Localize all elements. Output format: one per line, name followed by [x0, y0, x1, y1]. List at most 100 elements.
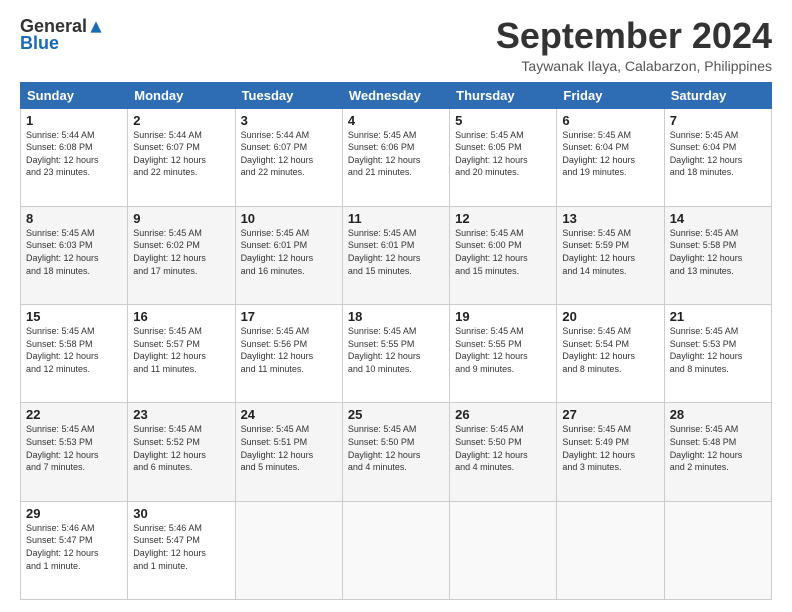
day-info: Sunrise: 5:45 AM Sunset: 6:06 PM Dayligh… — [348, 129, 444, 179]
title-block: September 2024 Taywanak Ilaya, Calabarzo… — [496, 16, 772, 74]
day-number: 21 — [670, 309, 766, 324]
table-row: 16Sunrise: 5:45 AM Sunset: 5:57 PM Dayli… — [128, 305, 235, 403]
table-row: 11Sunrise: 5:45 AM Sunset: 6:01 PM Dayli… — [342, 206, 449, 304]
table-row: 9Sunrise: 5:45 AM Sunset: 6:02 PM Daylig… — [128, 206, 235, 304]
day-number: 19 — [455, 309, 551, 324]
month-title: September 2024 — [496, 16, 772, 56]
table-row: 30Sunrise: 5:46 AM Sunset: 5:47 PM Dayli… — [128, 501, 235, 599]
table-row: 6Sunrise: 5:45 AM Sunset: 6:04 PM Daylig… — [557, 108, 664, 206]
day-info: Sunrise: 5:45 AM Sunset: 5:58 PM Dayligh… — [670, 227, 766, 277]
day-info: Sunrise: 5:45 AM Sunset: 6:01 PM Dayligh… — [241, 227, 337, 277]
table-row: 12Sunrise: 5:45 AM Sunset: 6:00 PM Dayli… — [450, 206, 557, 304]
day-info: Sunrise: 5:45 AM Sunset: 5:52 PM Dayligh… — [133, 423, 229, 473]
table-row: 21Sunrise: 5:45 AM Sunset: 5:53 PM Dayli… — [664, 305, 771, 403]
day-info: Sunrise: 5:45 AM Sunset: 6:04 PM Dayligh… — [670, 129, 766, 179]
day-number: 6 — [562, 113, 658, 128]
table-row: 20Sunrise: 5:45 AM Sunset: 5:54 PM Dayli… — [557, 305, 664, 403]
col-sunday: Sunday — [21, 82, 128, 108]
day-number: 12 — [455, 211, 551, 226]
day-number: 29 — [26, 506, 122, 521]
day-info: Sunrise: 5:45 AM Sunset: 5:51 PM Dayligh… — [241, 423, 337, 473]
day-number: 4 — [348, 113, 444, 128]
day-info: Sunrise: 5:45 AM Sunset: 5:58 PM Dayligh… — [26, 325, 122, 375]
day-number: 30 — [133, 506, 229, 521]
table-row: 28Sunrise: 5:45 AM Sunset: 5:48 PM Dayli… — [664, 403, 771, 501]
col-friday: Friday — [557, 82, 664, 108]
table-row: 7Sunrise: 5:45 AM Sunset: 6:04 PM Daylig… — [664, 108, 771, 206]
day-info: Sunrise: 5:45 AM Sunset: 6:02 PM Dayligh… — [133, 227, 229, 277]
day-info: Sunrise: 5:45 AM Sunset: 5:50 PM Dayligh… — [455, 423, 551, 473]
day-number: 28 — [670, 407, 766, 422]
table-row: 8Sunrise: 5:45 AM Sunset: 6:03 PM Daylig… — [21, 206, 128, 304]
day-info: Sunrise: 5:45 AM Sunset: 5:55 PM Dayligh… — [348, 325, 444, 375]
day-info: Sunrise: 5:45 AM Sunset: 5:55 PM Dayligh… — [455, 325, 551, 375]
week-row: 22Sunrise: 5:45 AM Sunset: 5:53 PM Dayli… — [21, 403, 772, 501]
col-thursday: Thursday — [450, 82, 557, 108]
day-number: 8 — [26, 211, 122, 226]
table-row: 13Sunrise: 5:45 AM Sunset: 5:59 PM Dayli… — [557, 206, 664, 304]
table-row: 27Sunrise: 5:45 AM Sunset: 5:49 PM Dayli… — [557, 403, 664, 501]
week-row: 29 Sunrise: 5:46 AM Sunset: 5:47 PM Dayli… — [21, 501, 772, 599]
day-info: Sunrise: 5:45 AM Sunset: 5:59 PM Dayligh… — [562, 227, 658, 277]
day-number: 18 — [348, 309, 444, 324]
day-number: 10 — [241, 211, 337, 226]
table-row — [450, 501, 557, 599]
table-row: 23Sunrise: 5:45 AM Sunset: 5:52 PM Dayli… — [128, 403, 235, 501]
table-row: 24Sunrise: 5:45 AM Sunset: 5:51 PM Dayli… — [235, 403, 342, 501]
week-row: 8Sunrise: 5:45 AM Sunset: 6:03 PM Daylig… — [21, 206, 772, 304]
day-number: 16 — [133, 309, 229, 324]
day-info: Sunrise: 5:44 AM Sunset: 6:07 PM Dayligh… — [241, 129, 337, 179]
table-row: 29Sunrise: 5:46 AM Sunset: 5:47 PM Dayli… — [21, 501, 128, 599]
table-row: 26Sunrise: 5:45 AM Sunset: 5:50 PM Dayli… — [450, 403, 557, 501]
day-info: Sunrise: 5:45 AM Sunset: 5:56 PM Dayligh… — [241, 325, 337, 375]
day-info: Sunrise: 5:45 AM Sunset: 6:01 PM Dayligh… — [348, 227, 444, 277]
logo-blue-text: Blue — [20, 33, 59, 54]
day-number: 27 — [562, 407, 658, 422]
day-number: 15 — [26, 309, 122, 324]
day-info: Sunrise: 5:45 AM Sunset: 5:48 PM Dayligh… — [670, 423, 766, 473]
location: Taywanak Ilaya, Calabarzon, Philippines — [496, 58, 772, 74]
table-row: 2Sunrise: 5:44 AM Sunset: 6:07 PM Daylig… — [128, 108, 235, 206]
day-info: Sunrise: 5:44 AM Sunset: 6:07 PM Dayligh… — [133, 129, 229, 179]
day-number: 13 — [562, 211, 658, 226]
table-row: 25Sunrise: 5:45 AM Sunset: 5:50 PM Dayli… — [342, 403, 449, 501]
day-number: 17 — [241, 309, 337, 324]
day-number: 5 — [455, 113, 551, 128]
day-info: Sunrise: 5:45 AM Sunset: 5:57 PM Dayligh… — [133, 325, 229, 375]
day-info: Sunrise: 5:45 AM Sunset: 5:53 PM Dayligh… — [26, 423, 122, 473]
table-row: 10Sunrise: 5:45 AM Sunset: 6:01 PM Dayli… — [235, 206, 342, 304]
day-number: 1 — [26, 113, 122, 128]
day-info: Sunrise: 5:45 AM Sunset: 5:54 PM Dayligh… — [562, 325, 658, 375]
day-number: 2 — [133, 113, 229, 128]
table-row: 14Sunrise: 5:45 AM Sunset: 5:58 PM Dayli… — [664, 206, 771, 304]
logo-icon — [89, 20, 103, 34]
day-number: 11 — [348, 211, 444, 226]
week-row: 1Sunrise: 5:44 AM Sunset: 6:08 PM Daylig… — [21, 108, 772, 206]
day-number: 25 — [348, 407, 444, 422]
col-tuesday: Tuesday — [235, 82, 342, 108]
table-row: 4Sunrise: 5:45 AM Sunset: 6:06 PM Daylig… — [342, 108, 449, 206]
day-info: Sunrise: 5:45 AM Sunset: 5:53 PM Dayligh… — [670, 325, 766, 375]
table-row — [557, 501, 664, 599]
col-saturday: Saturday — [664, 82, 771, 108]
day-info: Sunrise: 5:45 AM Sunset: 6:00 PM Dayligh… — [455, 227, 551, 277]
logo: General Blue — [20, 16, 103, 54]
table-row: 15Sunrise: 5:45 AM Sunset: 5:58 PM Dayli… — [21, 305, 128, 403]
page: General Blue September 2024 Taywanak Ila… — [0, 0, 792, 612]
day-info: Sunrise: 5:45 AM Sunset: 5:50 PM Dayligh… — [348, 423, 444, 473]
day-number: 26 — [455, 407, 551, 422]
table-row: 5Sunrise: 5:45 AM Sunset: 6:05 PM Daylig… — [450, 108, 557, 206]
day-number: 3 — [241, 113, 337, 128]
day-number: 23 — [133, 407, 229, 422]
col-wednesday: Wednesday — [342, 82, 449, 108]
day-info: Sunrise: 5:44 AM Sunset: 6:08 PM Dayligh… — [26, 129, 122, 179]
table-row: 19Sunrise: 5:45 AM Sunset: 5:55 PM Dayli… — [450, 305, 557, 403]
table-row — [342, 501, 449, 599]
table-row: 1Sunrise: 5:44 AM Sunset: 6:08 PM Daylig… — [21, 108, 128, 206]
day-number: 24 — [241, 407, 337, 422]
table-row — [235, 501, 342, 599]
table-row: 3Sunrise: 5:44 AM Sunset: 6:07 PM Daylig… — [235, 108, 342, 206]
day-info: Sunrise: 5:46 AM Sunset: 5:47 PM Dayligh… — [133, 522, 229, 572]
table-row: 22Sunrise: 5:45 AM Sunset: 5:53 PM Dayli… — [21, 403, 128, 501]
table-row: 18Sunrise: 5:45 AM Sunset: 5:55 PM Dayli… — [342, 305, 449, 403]
